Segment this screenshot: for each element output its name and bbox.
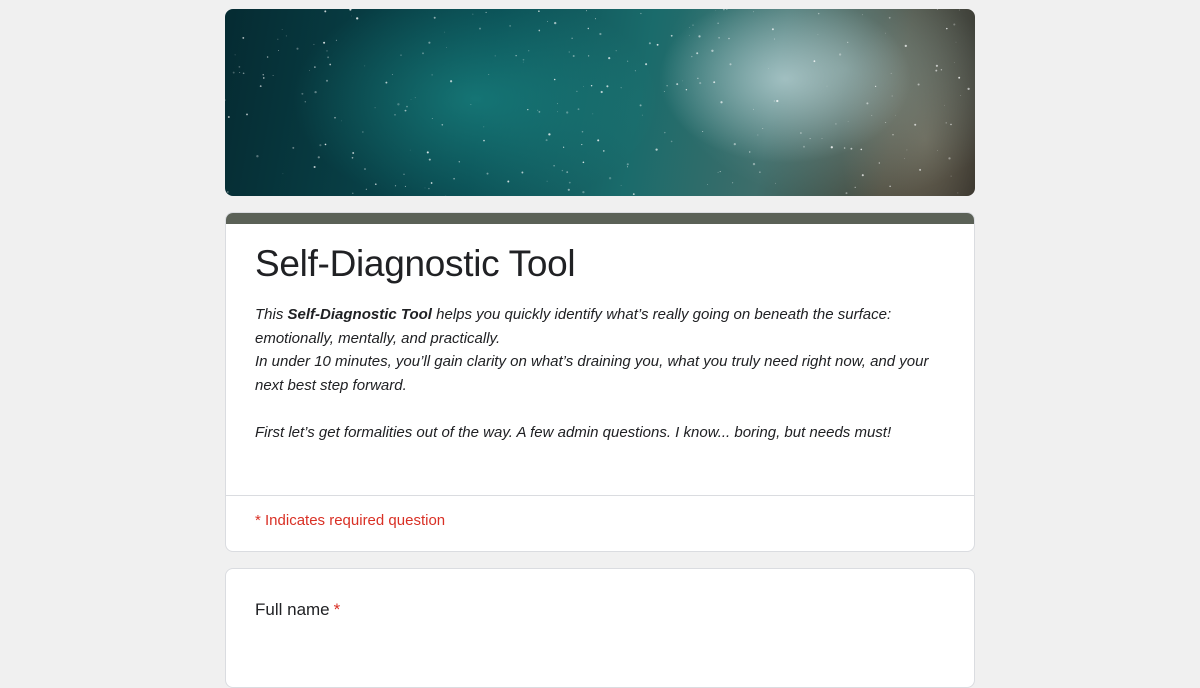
starfield-decoration	[225, 9, 970, 196]
required-asterisk: *	[333, 600, 341, 619]
form-title: Self-Diagnostic Tool	[255, 243, 576, 284]
form-description: This Self-Diagnostic Tool helps you quic…	[255, 303, 955, 444]
required-question-note: * Indicates required question	[255, 512, 446, 529]
theme-color-bar	[226, 213, 974, 224]
description-bold-title: Self-Diagnostic Tool	[287, 306, 432, 323]
header-divider	[226, 495, 974, 496]
header-banner-image	[225, 9, 975, 196]
form-page: Self-Diagnostic Tool This Self-Diagnosti…	[0, 0, 1200, 688]
form-header-card: Self-Diagnostic Tool This Self-Diagnosti…	[225, 212, 975, 552]
description-paragraph-3: First let’s get formalities out of the w…	[255, 423, 892, 441]
description-paragraph-2: In under 10 minutes, you’ll gain clarity…	[255, 353, 929, 394]
question-label: Full name *	[255, 600, 341, 619]
description-paragraph-1: This Self-Diagnostic Tool helps you quic…	[255, 306, 892, 347]
question-card-full-name: Full name *	[225, 568, 975, 688]
